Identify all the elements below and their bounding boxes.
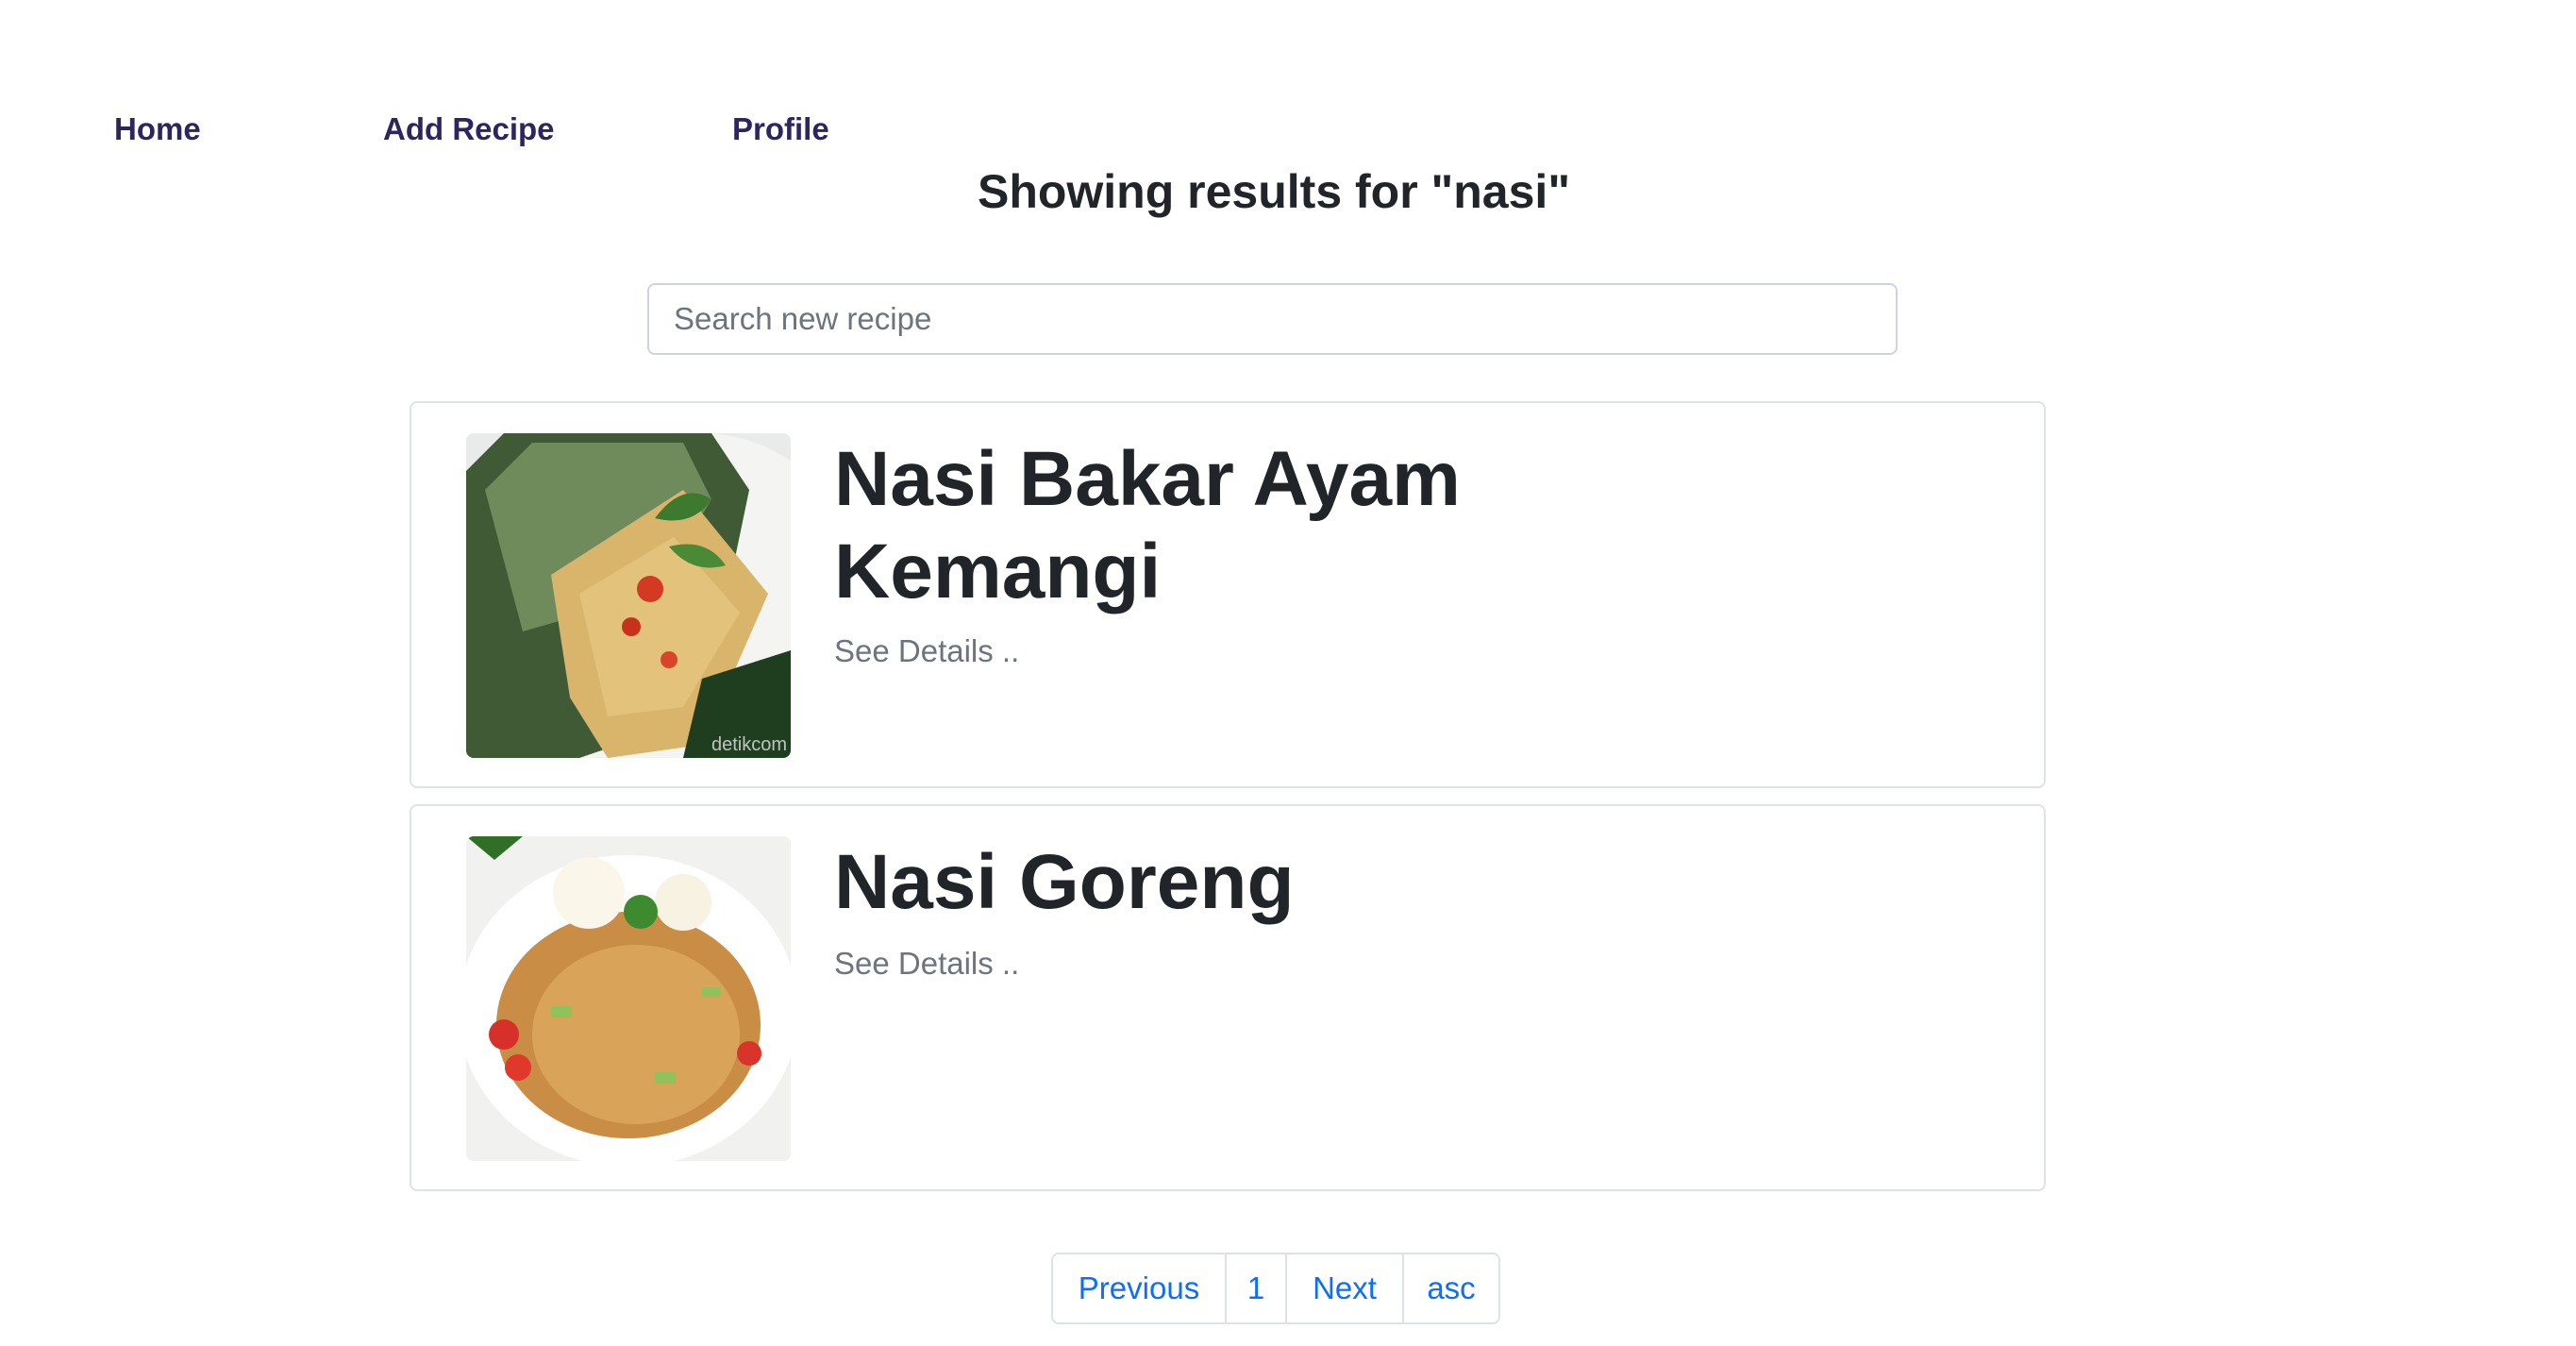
search-results-page: Home Add Recipe Profile Showing results …: [0, 0, 2576, 1346]
see-details-link[interactable]: See Details ..: [834, 633, 1019, 669]
recipe-title[interactable]: Nasi Bakar Ayam Kemangi: [834, 433, 1589, 618]
nasi-bakar-photo: detikcom: [466, 433, 791, 758]
svg-text:detikcom: detikcom: [711, 734, 787, 755]
nav-add-recipe-link[interactable]: Add Recipe: [383, 111, 555, 147]
nav-profile-link[interactable]: Profile: [732, 111, 829, 147]
previous-page-button[interactable]: Previous: [1053, 1254, 1225, 1322]
recipe-card: Nasi Goreng See Details ..: [410, 804, 2046, 1191]
top-nav: Home Add Recipe Profile: [0, 111, 944, 149]
recipe-card: detikcom Nasi Bakar Ayam Kemangi See Det…: [410, 401, 2046, 788]
recipe-image[interactable]: [466, 836, 791, 1161]
search-input[interactable]: [647, 283, 1898, 355]
sort-order-button[interactable]: asc: [1402, 1254, 1498, 1322]
recipe-title[interactable]: Nasi Goreng: [834, 836, 1589, 929]
recipe-image[interactable]: detikcom: [466, 433, 791, 758]
see-details-link[interactable]: See Details ..: [834, 946, 1019, 982]
nasi-goreng-photo: [466, 836, 791, 1161]
results-heading: Showing results for "nasi": [977, 165, 1571, 218]
next-page-button[interactable]: Next: [1285, 1254, 1402, 1322]
page-1-button[interactable]: 1: [1225, 1254, 1285, 1322]
pagination: Previous 1 Next asc: [1051, 1253, 1500, 1324]
nav-home-link[interactable]: Home: [114, 111, 201, 147]
